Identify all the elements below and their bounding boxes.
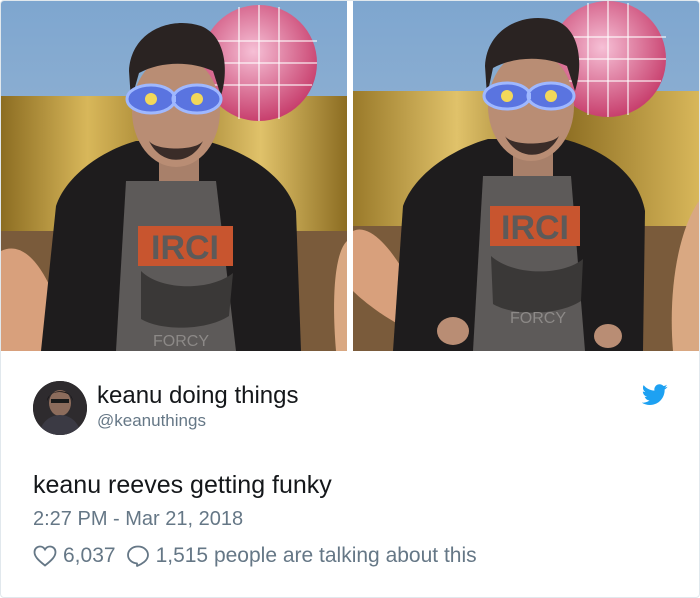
photo-1-shirt-subtext: FORCY bbox=[153, 333, 209, 350]
tweet-timestamp[interactable]: 2:27 PM - Mar 21, 2018 bbox=[33, 508, 243, 531]
photo-2-image: IRCI FORCY bbox=[353, 1, 699, 351]
photo-2-shirt-subtext: FORCY bbox=[510, 310, 566, 327]
speech-bubble-icon[interactable] bbox=[126, 545, 150, 567]
display-name[interactable]: keanu doing things bbox=[97, 382, 299, 410]
media-photo-1[interactable]: IRCI FORCY bbox=[1, 1, 347, 351]
photo-1-shirt-text: IRCI bbox=[151, 229, 219, 267]
tweet-text: keanu reeves getting funky bbox=[33, 471, 332, 499]
heart-icon[interactable] bbox=[33, 545, 57, 567]
like-count[interactable]: 6,037 bbox=[63, 544, 116, 568]
twitter-bird-icon[interactable] bbox=[642, 384, 668, 406]
avatar[interactable] bbox=[33, 381, 87, 435]
photo-2-shirt-text: IRCI bbox=[501, 209, 569, 247]
talking-count[interactable]: 1,515 people are talking about this bbox=[156, 544, 477, 568]
avatar-image bbox=[33, 381, 87, 435]
photo-1-image: IRCI FORCY bbox=[1, 1, 347, 351]
tweet-card: IRCI FORCY IRCI FORCY keanu doing things… bbox=[0, 0, 700, 598]
tweet-media[interactable]: IRCI FORCY IRCI FORCY bbox=[1, 1, 699, 351]
media-photo-2[interactable]: IRCI FORCY bbox=[353, 1, 699, 351]
user-handle[interactable]: @keanuthings bbox=[97, 411, 206, 431]
tweet-stats: 6,037 1,515 people are talking about thi… bbox=[33, 542, 477, 570]
